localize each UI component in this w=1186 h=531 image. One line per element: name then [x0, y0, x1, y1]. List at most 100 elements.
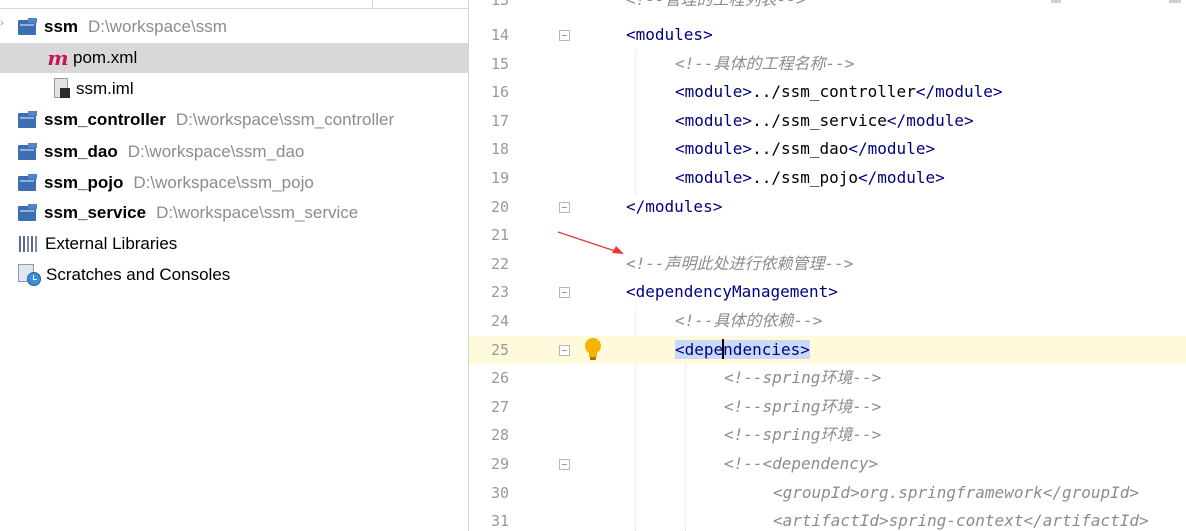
code-text: <groupId>org.springframework</groupId> [773, 482, 1140, 502]
text-caret [722, 339, 725, 360]
code-text: <!--具体的工程名称--> [675, 53, 855, 73]
editor-line-26[interactable]: 26 <!--spring环境--> [469, 364, 1186, 393]
project-tree-panel: › ssm D:\workspace\ssm m pom.xml ssm.iml… [0, 0, 468, 531]
code-text: <module>../ssm_service</module> [675, 107, 974, 136]
line-number: 16 [490, 83, 509, 102]
xml-tag: </module> [848, 139, 936, 159]
tree-item-label: ssm_controller [44, 110, 166, 129]
code-text: <dependencies> [675, 336, 810, 365]
editor-line-20[interactable]: 20 </modules> [469, 193, 1186, 222]
editor-line-15[interactable]: 15 <!--具体的工程名称--> [469, 50, 1186, 79]
editor-line-28[interactable]: 28 <!--spring环境--> [469, 421, 1186, 450]
line-number: 26 [490, 369, 509, 388]
tree-item-path: D:\workspace\ssm_dao [127, 142, 305, 161]
tree-item-ssm-dao[interactable]: ssm_dao D:\workspace\ssm_dao [0, 137, 468, 167]
tree-item-label: ssm.iml [76, 79, 134, 98]
module-folder-icon [18, 174, 38, 192]
code-text: <!--<dependency> [724, 454, 879, 473]
code-text: </modules> [626, 196, 723, 216]
line-number: 22 [490, 254, 509, 273]
line-number: 31 [490, 512, 509, 531]
line-number: 14 [490, 26, 509, 44]
code-text: <artifactId>spring-context</artifactId> [773, 511, 1149, 531]
editor-line-29[interactable]: 29 <!--<dependency> [469, 450, 1186, 479]
tree-item-path: D:\workspace\ssm_controller [175, 110, 395, 129]
tree-item-scratches[interactable]: Scratches and Consoles [0, 260, 468, 290]
xml-tag: <module> [675, 82, 753, 102]
xml-value: ../ssm_dao [752, 139, 849, 159]
tree-item-ssm[interactable]: ssm D:\workspace\ssm [0, 12, 468, 42]
editor-line-19[interactable]: 19 <module>../ssm_pojo</module> [469, 164, 1186, 193]
editor-line-22[interactable]: 22 <!--声明此处进行依赖管理--> [469, 250, 1186, 279]
code-text: <dependencyManagement> [626, 282, 838, 302]
xml-tag: </module> [886, 110, 974, 130]
xml-tag: <module> [675, 110, 753, 130]
fold-collapse-icon[interactable] [559, 459, 570, 470]
tree-item-external-libraries[interactable]: External Libraries [0, 229, 468, 259]
tree-item-path: D:\workspace\ssm [88, 17, 227, 36]
tree-item-ssm-controller[interactable]: ssm_controller D:\workspace\ssm_controll… [0, 105, 468, 135]
line-number: 28 [490, 426, 509, 445]
tree-item-label: External Libraries [45, 234, 178, 253]
line-number: 24 [490, 312, 509, 330]
fold-collapse-icon[interactable] [559, 287, 570, 299]
code-text: <module>../ssm_dao</module> [675, 135, 935, 164]
tree-item-label: ssm_dao [44, 142, 118, 161]
highlighted-tag-start: <depe [675, 339, 724, 359]
xml-tag: <module> [675, 168, 753, 187]
line-number: 15 [490, 54, 509, 73]
line-number: 25 [490, 340, 509, 359]
tree-item-label: ssm_pojo [44, 173, 124, 192]
editor-line-23[interactable]: 23 <dependencyManagement> [469, 278, 1186, 307]
tree-item-ssm-iml[interactable]: ssm.iml [0, 74, 468, 104]
tree-item-ssm-pojo[interactable]: ssm_pojo D:\workspace\ssm_pojo [0, 168, 468, 198]
line-number: 23 [490, 283, 509, 302]
tree-item-ssm-service[interactable]: ssm_service D:\workspace\ssm_service [0, 198, 468, 228]
line-number: 30 [490, 483, 509, 502]
highlighted-tag-end: ndencies> [723, 339, 810, 359]
code-text: <!--spring环境--> [724, 396, 882, 416]
line-number: 29 [490, 455, 509, 473]
libraries-icon [18, 235, 40, 253]
xml-tag: </module> [915, 82, 1003, 102]
code-text: <module>../ssm_pojo</module> [675, 164, 945, 193]
editor-line-17[interactable]: 17 <module>../ssm_service</module> [469, 107, 1186, 136]
tree-item-label: ssm_service [44, 203, 147, 222]
fold-end-icon[interactable] [559, 201, 570, 213]
xml-value: ../ssm_pojo [752, 168, 859, 187]
iml-file-icon [52, 78, 70, 100]
maven-file-icon: m [47, 46, 69, 70]
code-text: <!--具体的依赖--> [675, 311, 823, 330]
code-text: <!--管理的工程列表--> [626, 0, 805, 15]
module-folder-icon [18, 143, 38, 161]
line-number: 19 [490, 169, 509, 187]
module-folder-icon [18, 18, 38, 36]
editor-line-13[interactable]: 13 <!--管理的工程列表--> [469, 0, 1186, 15]
editor-line-31[interactable]: 31 <artifactId>spring-context</artifactI… [469, 507, 1186, 531]
tree-item-path: D:\workspace\ssm_service [156, 203, 359, 222]
editor-line-16[interactable]: 16 <module>../ssm_controller</module> [469, 78, 1186, 107]
code-text: <!--spring环境--> [724, 368, 882, 388]
xml-tag: </module> [858, 168, 945, 187]
editor-line-14[interactable]: 14 <modules> [469, 21, 1186, 50]
code-text: <!--spring环境--> [724, 425, 882, 445]
line-number: 20 [490, 197, 509, 216]
line-number: 27 [490, 397, 509, 416]
editor-line-24[interactable]: 24 <!--具体的依赖--> [469, 307, 1186, 336]
editor-line-30[interactable]: 30 <groupId>org.springframework</groupId… [469, 479, 1186, 508]
editor-line-21[interactable]: 21 [469, 221, 1186, 250]
code-text: <module>../ssm_controller</module> [675, 78, 1003, 107]
scratches-icon [18, 264, 42, 286]
lightbulb-icon[interactable] [582, 336, 604, 362]
tree-item-pom-xml[interactable]: m pom.xml [0, 43, 468, 73]
editor-line-18[interactable]: 18 <module>../ssm_dao</module> [469, 135, 1186, 164]
editor-line-25[interactable]: 25 <dependencies> [469, 335, 1186, 365]
xml-tag: <module> [675, 139, 753, 159]
fold-collapse-icon[interactable] [559, 344, 570, 356]
panel-top-border [0, 0, 468, 9]
code-editor[interactable]: 13 <!--管理的工程列表--> 14 <modules> 15 <!--具体… [469, 0, 1186, 531]
editor-line-27[interactable]: 27 <!--spring环境--> [469, 393, 1186, 422]
fold-collapse-icon[interactable] [559, 30, 570, 41]
line-number: 17 [490, 111, 509, 130]
code-text: <modules> [626, 25, 713, 44]
